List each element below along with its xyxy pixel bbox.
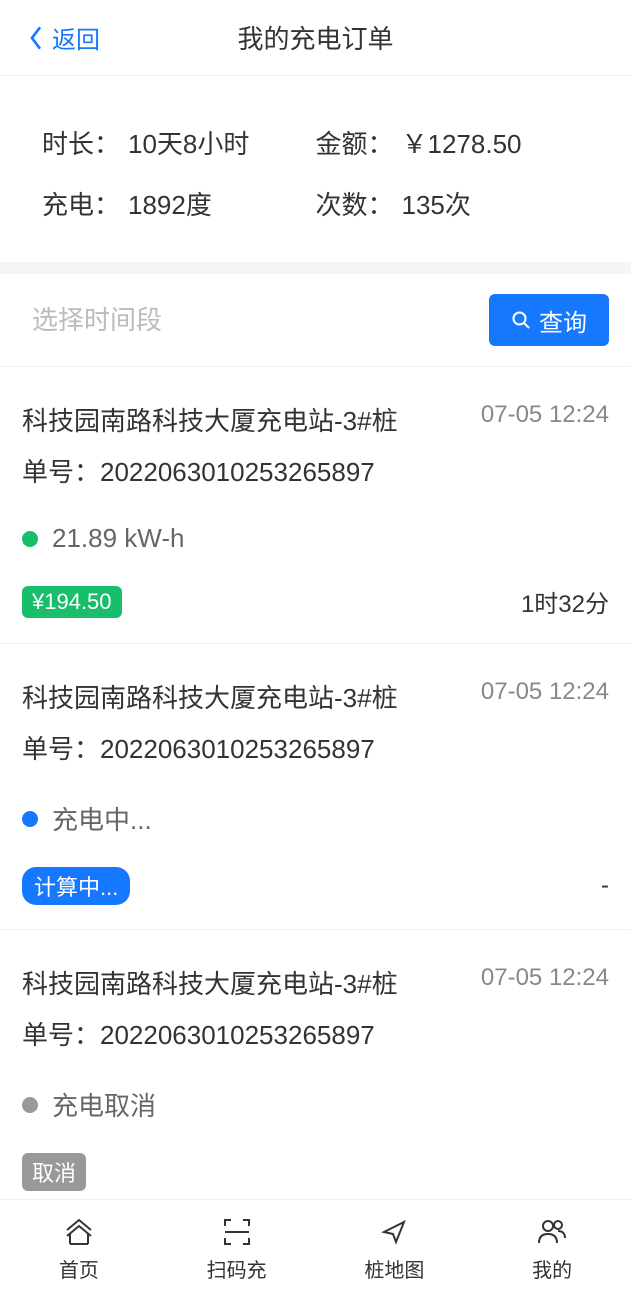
tabbar: 首页 扫码充 桩地图 我的 bbox=[0, 1199, 631, 1299]
chevron-left-icon bbox=[28, 26, 44, 50]
tab-mine[interactable]: 我的 bbox=[473, 1200, 631, 1299]
summary-amount-value: ￥1278.50 bbox=[402, 124, 522, 161]
status-text: 充电取消 bbox=[52, 1086, 156, 1123]
query-button[interactable]: 查询 bbox=[489, 294, 609, 346]
order-item[interactable]: 科技园南路科技大厦充电站-3#桩 07-05 12:24 单号：20220630… bbox=[0, 367, 631, 644]
navbar: 返回 我的充电订单 bbox=[0, 0, 631, 76]
status-text: 充电中... bbox=[52, 800, 152, 837]
summary-duration-label: 时长： bbox=[42, 124, 120, 161]
home-icon bbox=[63, 1216, 95, 1248]
back-button[interactable]: 返回 bbox=[0, 20, 100, 55]
status-dot-icon bbox=[22, 531, 38, 547]
order-time: 07-05 12:24 bbox=[481, 964, 609, 992]
tab-scan-label: 扫码充 bbox=[207, 1254, 267, 1283]
summary-count-value: 135次 bbox=[402, 185, 471, 222]
order-badge: 计算中... bbox=[22, 867, 130, 905]
summary-energy-label: 充电： bbox=[42, 185, 120, 222]
status-dot-icon bbox=[22, 811, 38, 827]
summary-energy: 充电： 1892度 bbox=[42, 185, 316, 222]
order-status: 充电取消 bbox=[22, 1086, 609, 1123]
tab-map-label: 桩地图 bbox=[364, 1254, 424, 1283]
tab-map[interactable]: 桩地图 bbox=[316, 1200, 474, 1299]
navigation-icon bbox=[378, 1216, 410, 1248]
summary-panel: 时长： 10天8小时 金额： ￥1278.50 充电： 1892度 次数： 13… bbox=[0, 76, 631, 274]
order-time: 07-05 12:24 bbox=[481, 401, 609, 429]
order-list: 科技园南路科技大厦充电站-3#桩 07-05 12:24 单号：20220630… bbox=[0, 367, 631, 1216]
tab-mine-label: 我的 bbox=[532, 1254, 572, 1283]
summary-amount: 金额： ￥1278.50 bbox=[316, 124, 590, 161]
order-station: 科技园南路科技大厦充电站-3#桩 bbox=[22, 401, 398, 438]
summary-amount-label: 金额： bbox=[316, 124, 394, 161]
order-status: 21.89 kW-h bbox=[22, 523, 609, 554]
order-station: 科技园南路科技大厦充电站-3#桩 bbox=[22, 678, 398, 715]
order-number: 单号：2022063010253265897 bbox=[22, 452, 609, 489]
date-range-input[interactable] bbox=[22, 296, 473, 344]
summary-energy-value: 1892度 bbox=[128, 185, 212, 222]
order-duration: - bbox=[601, 872, 609, 900]
order-status: 充电中... bbox=[22, 800, 609, 837]
status-dot-icon bbox=[22, 1097, 38, 1113]
search-bar: 查询 bbox=[0, 274, 631, 367]
tab-home-label: 首页 bbox=[59, 1254, 99, 1283]
summary-duration-value: 10天8小时 bbox=[128, 124, 249, 161]
order-number: 单号：2022063010253265897 bbox=[22, 1015, 609, 1052]
tab-scan[interactable]: 扫码充 bbox=[158, 1200, 316, 1299]
order-badge: ¥194.50 bbox=[22, 586, 122, 618]
order-time: 07-05 12:24 bbox=[481, 678, 609, 706]
summary-duration: 时长： 10天8小时 bbox=[42, 124, 316, 161]
status-text: 21.89 kW-h bbox=[52, 523, 184, 554]
tab-home[interactable]: 首页 bbox=[0, 1200, 158, 1299]
order-item[interactable]: 科技园南路科技大厦充电站-3#桩 07-05 12:24 单号：20220630… bbox=[0, 644, 631, 930]
summary-count-label: 次数： bbox=[316, 185, 394, 222]
order-number: 单号：2022063010253265897 bbox=[22, 729, 609, 766]
order-badge: 取消 bbox=[22, 1153, 86, 1191]
order-duration: 1时32分 bbox=[521, 584, 609, 619]
back-label: 返回 bbox=[52, 20, 100, 55]
search-icon bbox=[511, 310, 531, 330]
query-label: 查询 bbox=[539, 303, 587, 338]
order-item[interactable]: 科技园南路科技大厦充电站-3#桩 07-05 12:24 单号：20220630… bbox=[0, 930, 631, 1216]
order-station: 科技园南路科技大厦充电站-3#桩 bbox=[22, 964, 398, 1001]
summary-count: 次数： 135次 bbox=[316, 185, 590, 222]
scan-icon bbox=[221, 1216, 253, 1248]
user-icon bbox=[536, 1216, 568, 1248]
